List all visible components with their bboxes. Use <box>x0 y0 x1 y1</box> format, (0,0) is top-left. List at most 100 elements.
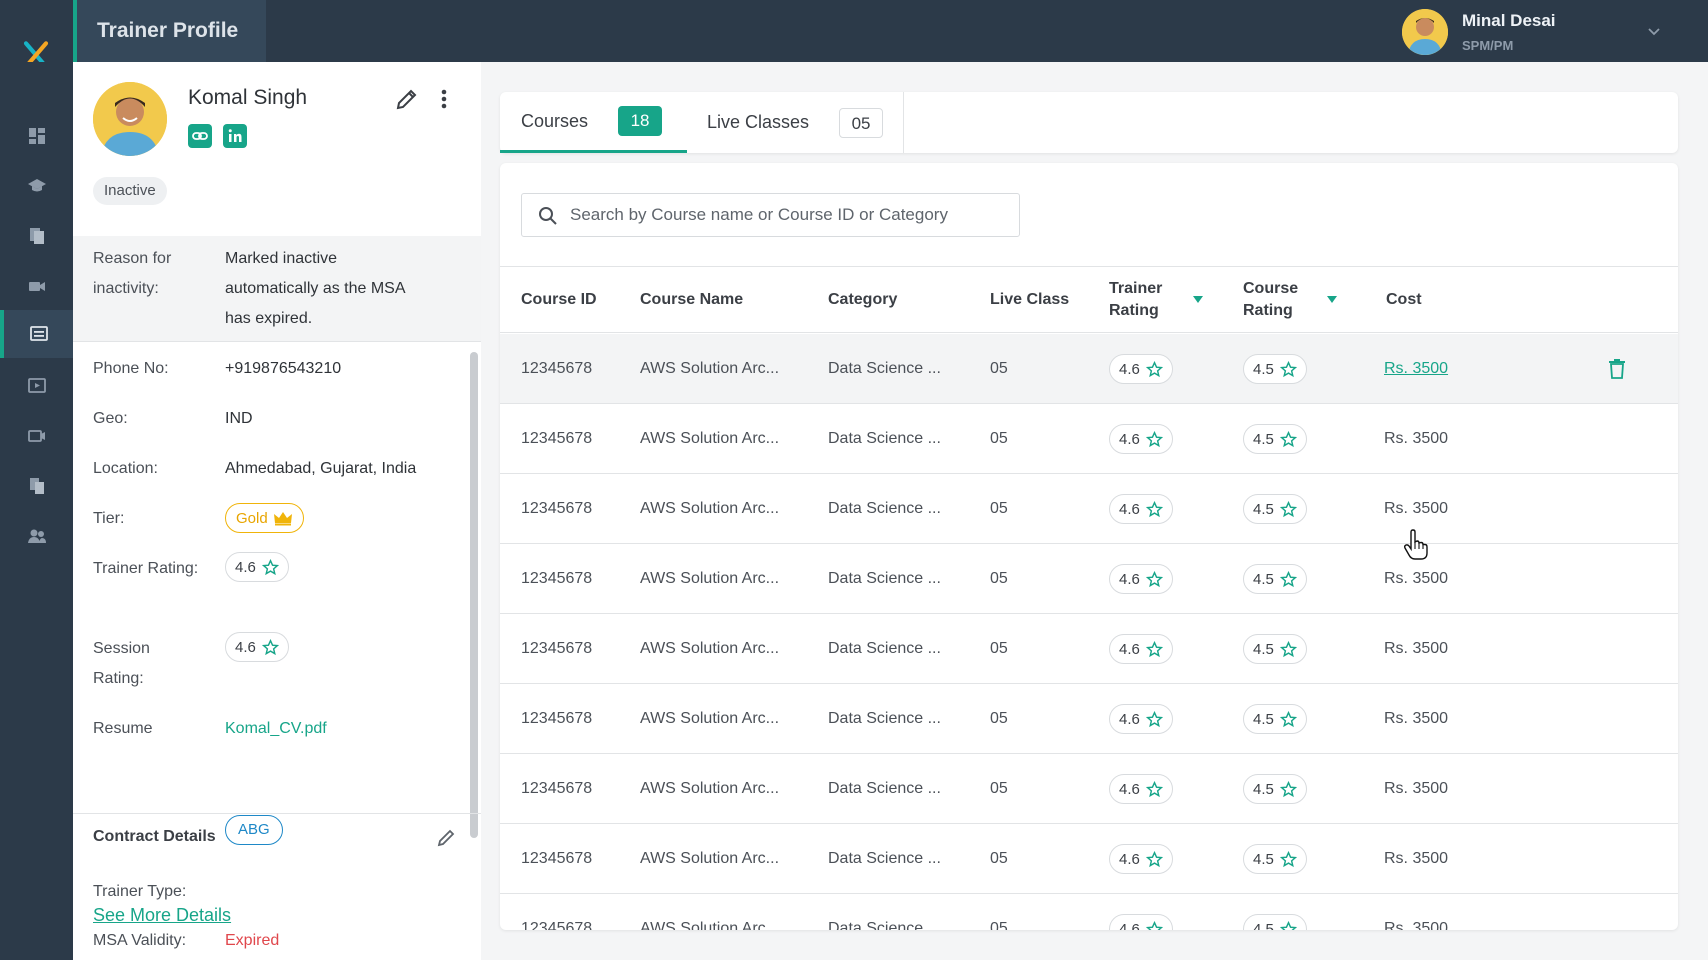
reason-value: Marked inactive automatically as the MSA… <box>225 250 405 327</box>
link-icon[interactable] <box>188 124 212 148</box>
star-icon <box>1279 430 1297 447</box>
sidebar-item-dashboard[interactable] <box>0 112 73 160</box>
col-trainer-rating[interactable]: Trainer Rating <box>1109 267 1203 333</box>
profile-scrollbar[interactable] <box>470 352 478 838</box>
more-options-icon[interactable] <box>434 86 454 112</box>
page-title-tab: Trainer Profile <box>73 0 266 62</box>
page-title: Trainer Profile <box>97 19 239 42</box>
cell-category: Data Science ... <box>828 850 941 867</box>
resume-link[interactable]: Komal_CV.pdf <box>225 714 327 744</box>
users-icon <box>27 529 46 543</box>
star-icon <box>1279 710 1297 727</box>
session-rating-badge: 4.6 <box>225 632 289 662</box>
user-menu[interactable]: Minal Desai SPM/PM <box>1402 9 1662 55</box>
sort-down-icon[interactable] <box>1327 296 1337 304</box>
cell-cost: Rs. 3500 <box>1384 780 1449 797</box>
cell-category: Data Science ... <box>828 430 941 447</box>
star-icon <box>1279 570 1297 587</box>
table-row[interactable]: 12345678 AWS Solution Arc... Data Science … <box>500 334 1678 404</box>
table-row[interactable]: 12345678 AWS Solution Arc... Data Science … <box>500 614 1678 684</box>
trainer-rating-value: 4.6 <box>1119 780 1140 798</box>
sidebar-item-courses[interactable] <box>0 162 73 210</box>
tab-live-classes-count: 05 <box>839 107 884 138</box>
status-badge: Inactive <box>93 177 167 205</box>
crown-icon <box>273 512 292 526</box>
phone-value: +919876543210 <box>225 360 342 377</box>
table-row[interactable]: 12345678 AWS Solution Arc... Data Science … <box>500 544 1678 614</box>
cell-trainer-rating: 4.6 <box>1109 494 1173 524</box>
sidebar-item-users[interactable] <box>0 512 73 560</box>
cell-live-class: 05 <box>990 710 1008 727</box>
sort-down-icon[interactable] <box>1193 296 1203 304</box>
col-trainer-rating-label: Trainer Rating <box>1109 280 1163 319</box>
col-cost: Cost <box>1386 291 1422 308</box>
table-row[interactable]: 12345678 AWS Solution Arc... Data Science … <box>500 684 1678 754</box>
course-rating-value: 4.5 <box>1253 570 1274 588</box>
delete-icon[interactable] <box>1607 358 1627 380</box>
star-icon <box>1279 780 1297 797</box>
star-icon <box>1145 780 1163 797</box>
cell-cost[interactable]: Rs. 3500 <box>1384 334 1448 404</box>
table-row[interactable]: 12345678 AWS Solution Arc Data Science 05 4.… <box>500 894 1678 930</box>
cell-course-name: AWS Solution Arc... <box>640 570 780 587</box>
sidebar-item-documents[interactable] <box>0 212 73 260</box>
cell-trainer-rating: 4.6 <box>1109 564 1173 594</box>
table-row[interactable]: 12345678 AWS Solution Arc... Data Science … <box>500 404 1678 474</box>
tab-courses-count: 18 <box>618 106 663 136</box>
star-icon <box>1279 850 1297 867</box>
geo-value: IND <box>225 410 253 427</box>
course-rating-value: 4.5 <box>1253 430 1274 448</box>
play-screen-icon <box>27 378 46 393</box>
tier-badge: Gold <box>225 503 304 533</box>
edit-contract-icon[interactable] <box>436 826 458 848</box>
cell-category: Data Science ... <box>828 640 941 657</box>
cell-live-class: 05 <box>990 920 1008 930</box>
trainer-rating-value: 4.6 <box>1119 640 1140 658</box>
course-tabs: Courses 18 Live Classes 05 <box>500 92 1678 153</box>
session-rating-value: 4.6 <box>235 638 256 656</box>
user-avatar <box>1402 9 1448 55</box>
search-icon <box>539 207 557 225</box>
col-course-rating[interactable]: Course Rating <box>1243 267 1337 333</box>
course-rating-value: 4.5 <box>1253 710 1274 728</box>
top-bar: Trainer Profile Minal Desai SPM/PM <box>0 0 1708 69</box>
sidebar-item-files[interactable] <box>0 462 73 510</box>
video-camera-icon <box>28 282 45 291</box>
cell-live-class: 05 <box>990 780 1008 797</box>
table-row[interactable]: 12345678 AWS Solution Arc... Data Science … <box>500 474 1678 544</box>
table-row[interactable]: 12345678 AWS Solution Arc... Data Science … <box>500 824 1678 894</box>
sidebar-item-trainers[interactable] <box>0 310 73 358</box>
cell-course-name: AWS Solution Arc... <box>640 850 780 867</box>
cell-category: Data Science <box>828 920 924 930</box>
star-icon <box>1145 920 1163 930</box>
cell-trainer-rating: 4.6 <box>1109 774 1173 804</box>
linkedin-icon[interactable] <box>223 124 247 148</box>
cell-category: Data Science ... <box>828 780 941 797</box>
location-label: Location: <box>93 460 158 477</box>
star-icon <box>1145 710 1163 727</box>
table-row[interactable]: 12345678 AWS Solution Arc... Data Science … <box>500 754 1678 824</box>
cell-course-rating: 4.5 <box>1243 704 1307 734</box>
sidebar-item-recordings[interactable] <box>0 412 73 460</box>
cell-course-id: 12345678 <box>521 710 593 727</box>
contract-details-title: Contract Details <box>93 828 216 845</box>
sidebar-item-videos[interactable] <box>0 362 73 410</box>
session-rating-label: Session Rating: <box>93 640 150 687</box>
tab-live-classes-label: Live Classes <box>707 112 810 132</box>
cell-trainer-rating: 4.6 <box>1109 634 1173 664</box>
cell-category: Data Science ... <box>828 710 941 727</box>
tab-live-classes[interactable]: Live Classes 05 <box>687 92 904 153</box>
chevron-down-icon[interactable] <box>1646 23 1662 39</box>
edit-profile-icon[interactable] <box>394 86 420 112</box>
search-input[interactable] <box>570 194 1010 236</box>
cell-course-rating: 4.5 <box>1243 634 1307 664</box>
cell-live-class: 05 <box>990 850 1008 867</box>
tab-courses[interactable]: Courses 18 <box>500 92 687 153</box>
star-icon <box>1145 360 1163 377</box>
tier-label: Tier: <box>93 510 125 527</box>
see-more-details-link[interactable]: See More Details <box>93 905 231 926</box>
sidebar-item-live[interactable] <box>0 262 73 310</box>
documents-icon <box>29 228 44 244</box>
cell-course-rating: 4.5 <box>1243 914 1307 930</box>
star-icon <box>1145 430 1163 447</box>
